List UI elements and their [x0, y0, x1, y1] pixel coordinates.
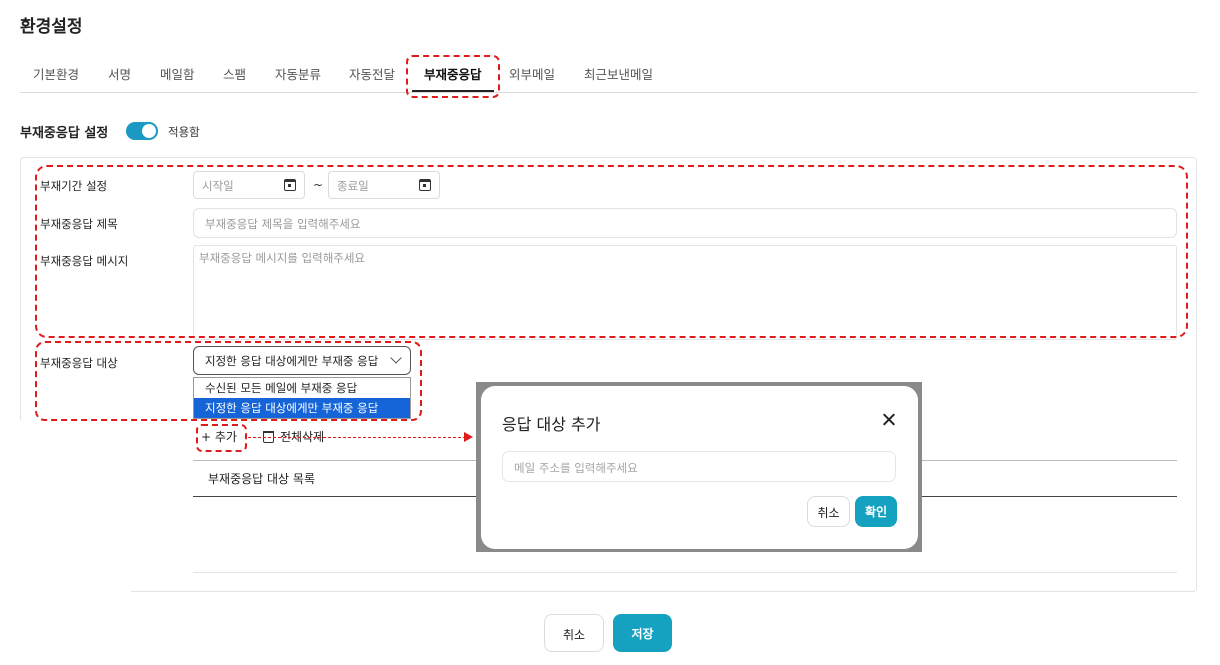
settings-tabs: 기본환경 서명 메일함 스팸 자동분류 자동전달 부재중응답 외부메일 최근보낸…: [20, 55, 1197, 98]
tab-mailbox[interactable]: 메일함: [160, 64, 195, 83]
list-bottom-border: [193, 572, 1177, 573]
modal-title: 응답 대상 추가: [502, 415, 601, 434]
save-button[interactable]: 저장: [613, 614, 672, 652]
target-list-header: 부재중응답 대상 목록: [208, 472, 315, 486]
modal-cancel-button[interactable]: 취소: [807, 496, 850, 527]
tab-annotation-box: [406, 55, 500, 98]
page-title: 환경설정: [20, 17, 83, 37]
tab-recent-sent[interactable]: 최근보낸메일: [584, 64, 653, 83]
section-title: 부재중응답 설정: [20, 126, 109, 141]
modal-confirm-button[interactable]: 확인: [855, 496, 897, 527]
enable-toggle[interactable]: [126, 122, 158, 140]
add-annotation-box: [196, 424, 247, 452]
target-annotation-box: [35, 341, 422, 421]
annotation-arrow-head: [464, 432, 473, 442]
panel-gap: [19, 420, 131, 593]
annotation-arrow-line: [248, 437, 466, 438]
tab-external-mail[interactable]: 외부메일: [509, 64, 555, 83]
toggle-knob: [142, 124, 156, 138]
toggle-label: 적용함: [168, 125, 200, 139]
close-icon[interactable]: [881, 412, 897, 428]
tab-signature[interactable]: 서명: [108, 64, 131, 83]
form-annotation-box: [35, 165, 1188, 338]
tab-auto-forward[interactable]: 자동전달: [349, 64, 395, 83]
add-target-modal: 응답 대상 추가 메일 주소를 입력해주세요 취소 확인: [481, 386, 918, 549]
tab-spam[interactable]: 스팸: [223, 64, 246, 83]
cancel-button[interactable]: 취소: [544, 614, 604, 652]
tab-basic[interactable]: 기본환경: [33, 64, 79, 83]
email-field[interactable]: 메일 주소를 입력해주세요: [502, 451, 896, 482]
tab-auto-sort[interactable]: 자동분류: [275, 64, 321, 83]
